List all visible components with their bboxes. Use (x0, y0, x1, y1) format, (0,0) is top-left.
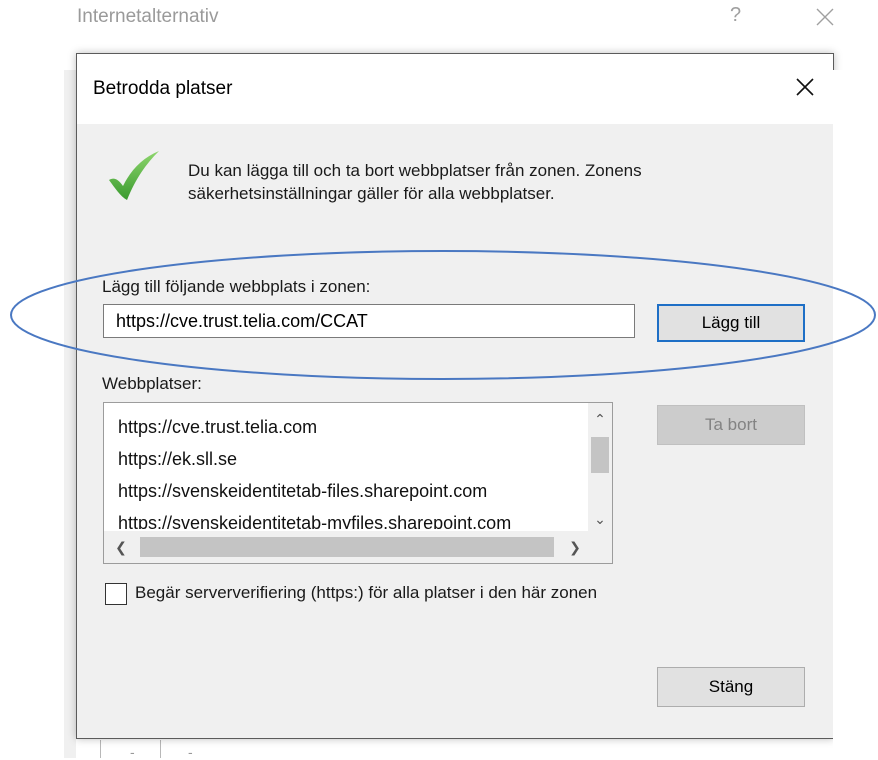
sites-listbox[interactable]: https://cve.trust.telia.com https://ek.s… (103, 402, 613, 564)
horizontal-scrollbar[interactable]: ❮ ❯ (104, 531, 588, 563)
dialog-title: Betrodda platser (93, 78, 233, 99)
chevron-down-icon[interactable]: ⌄ (588, 507, 612, 531)
add-site-input[interactable] (103, 304, 635, 338)
vertical-scroll-thumb[interactable] (591, 437, 609, 473)
list-item[interactable]: https://ek.sll.se (118, 443, 588, 475)
list-item[interactable]: https://svenskeidentitetab-myfiles.share… (118, 507, 588, 529)
parent-window-edge (833, 70, 878, 758)
chevron-right-icon[interactable]: ❯ (562, 531, 588, 563)
require-https-label[interactable]: Begär serververifiering (https:) för all… (135, 583, 597, 603)
sites-label: Webbplatser: (102, 374, 202, 393)
add-button[interactable]: Lägg till (657, 304, 805, 342)
parent-window-title: Internetalternativ (77, 6, 219, 27)
close-icon[interactable] (791, 73, 819, 101)
green-checkmark-icon (106, 150, 162, 206)
list-item[interactable]: https://cve.trust.telia.com (118, 411, 588, 443)
parent-window-edge (64, 70, 76, 758)
add-site-label: Lägg till följande webbplats i zonen: (102, 277, 371, 296)
remove-button[interactable]: Ta bort (657, 405, 805, 445)
require-https-checkbox[interactable] (105, 583, 127, 605)
info-text: Du kan lägga till och ta bort webbplatse… (188, 161, 642, 203)
parent-close-icon[interactable] (814, 6, 836, 28)
list-item[interactable]: https://svenskeidentitetab-files.sharepo… (118, 475, 588, 507)
parent-bottom-controls: - - (100, 738, 210, 760)
close-button[interactable]: Stäng (657, 667, 805, 707)
parent-help-button[interactable]: ? (730, 4, 741, 27)
dialog-titlebar[interactable]: Betrodda platser (77, 54, 833, 124)
vertical-scrollbar[interactable]: ⌃ ⌄ (588, 403, 612, 531)
chevron-left-icon[interactable]: ❮ (108, 531, 134, 563)
scrollbar-corner (588, 531, 612, 563)
chevron-up-icon[interactable]: ⌃ (588, 407, 612, 431)
trusted-sites-dialog: Betrodda platser Du kan lägga till och t… (76, 53, 834, 739)
horizontal-scroll-thumb[interactable] (140, 537, 554, 557)
